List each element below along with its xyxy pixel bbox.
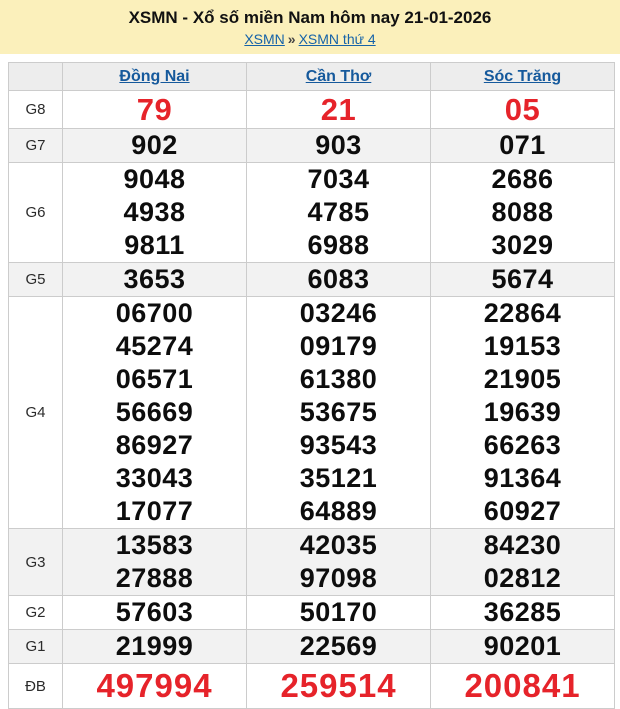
- result-number: 06571: [115, 364, 194, 394]
- result-number: 4785: [307, 197, 370, 227]
- result-number: 56669: [115, 397, 194, 427]
- result-number: 61380: [299, 364, 378, 394]
- result-number: 60927: [483, 496, 562, 526]
- result-number: 13583: [115, 530, 194, 560]
- result-number: 259514: [280, 667, 397, 704]
- result-number: 2686: [491, 164, 554, 194]
- results-table-container: Đồng Nai Cần Thơ Sóc Trăng G8 79 21 05 G…: [0, 54, 620, 709]
- result-number: 497994: [96, 667, 213, 704]
- result-number: 6083: [307, 264, 370, 294]
- table-row-g8: G8 79 21 05: [8, 90, 615, 129]
- prize-label: G6: [8, 162, 63, 263]
- result-number: 03246: [299, 298, 378, 328]
- result-number: 45274: [115, 331, 194, 361]
- breadcrumb-separator: »: [287, 31, 296, 47]
- result-number: 33043: [115, 463, 194, 493]
- result-number: 91364: [483, 463, 562, 493]
- prize-label: G5: [8, 262, 63, 297]
- result-number: 84230: [483, 530, 562, 560]
- result-number: 42035: [299, 530, 378, 560]
- breadcrumb-link-xsmn[interactable]: XSMN: [244, 31, 284, 47]
- province-link-soc-trang[interactable]: Sóc Trăng: [484, 68, 561, 85]
- result-number: 79: [136, 92, 173, 127]
- table-row-g1: G1 21999 22569 90201: [8, 629, 615, 664]
- table-row-g7: G7 902 903 071: [8, 128, 615, 163]
- province-link-dong-nai[interactable]: Đồng Nai: [119, 68, 189, 85]
- result-number: 50170: [299, 597, 378, 627]
- table-header-row: Đồng Nai Cần Thơ Sóc Trăng: [8, 62, 615, 91]
- result-number: 36285: [483, 597, 562, 627]
- prize-label: G1: [8, 629, 63, 664]
- result-number: 5674: [491, 264, 554, 294]
- result-number: 4938: [123, 197, 186, 227]
- result-number: 97098: [299, 563, 378, 593]
- prize-label: G8: [8, 90, 63, 129]
- table-row-g3: G3 13583 27888 42035 97098 84230 02812: [8, 528, 615, 596]
- result-number: 9048: [123, 164, 186, 194]
- result-number: 57603: [115, 597, 194, 627]
- result-number: 21: [320, 92, 357, 127]
- result-number: 02812: [483, 563, 562, 593]
- result-number: 6988: [307, 230, 370, 260]
- result-number: 902: [131, 130, 178, 160]
- result-number: 17077: [115, 496, 194, 526]
- table-row-g4: G4 06700 45274 06571 56669 86927 33043 1…: [8, 296, 615, 529]
- prize-column-header: [8, 62, 63, 91]
- result-number: 09179: [299, 331, 378, 361]
- prize-label: G3: [8, 528, 63, 596]
- table-row-db: ĐB 497994 259514 200841: [8, 663, 615, 709]
- title-banner: XSMN - Xổ số miền Nam hôm nay 21-01-2026…: [0, 0, 620, 54]
- table-row-g2: G2 57603 50170 36285: [8, 595, 615, 630]
- province-link-can-tho[interactable]: Cần Thơ: [306, 68, 372, 85]
- result-number: 27888: [115, 563, 194, 593]
- result-number: 53675: [299, 397, 378, 427]
- result-number: 22569: [299, 631, 378, 661]
- result-number: 8088: [491, 197, 554, 227]
- result-number: 21999: [115, 631, 194, 661]
- result-number: 64889: [299, 496, 378, 526]
- result-number: 903: [315, 130, 362, 160]
- result-number: 35121: [299, 463, 378, 493]
- page-title: XSMN - Xổ số miền Nam hôm nay 21-01-2026: [128, 8, 492, 27]
- breadcrumb-link-xsmn-thu-4[interactable]: XSMN thứ 4: [299, 31, 376, 47]
- result-number: 3653: [123, 264, 186, 294]
- prize-label: G7: [8, 128, 63, 163]
- result-number: 071: [499, 130, 546, 160]
- result-number: 21905: [483, 364, 562, 394]
- result-number: 22864: [483, 298, 562, 328]
- table-row-g6: G6 9048 4938 9811 7034 4785 6988 2686 80…: [8, 162, 615, 263]
- results-table: Đồng Nai Cần Thơ Sóc Trăng G8 79 21 05 G…: [8, 62, 615, 709]
- result-number: 19639: [483, 397, 562, 427]
- prize-label: ĐB: [8, 663, 63, 709]
- result-number: 7034: [307, 164, 370, 194]
- result-number: 3029: [491, 230, 554, 260]
- result-number: 9811: [124, 230, 185, 260]
- result-number: 200841: [464, 667, 581, 704]
- result-number: 05: [504, 92, 541, 127]
- result-number: 66263: [483, 430, 562, 460]
- result-number: 90201: [483, 631, 562, 661]
- result-number: 86927: [115, 430, 194, 460]
- result-number: 06700: [115, 298, 194, 328]
- prize-label: G2: [8, 595, 63, 630]
- result-number: 93543: [299, 430, 378, 460]
- breadcrumb: XSMN» XSMN thứ 4: [0, 30, 620, 48]
- prize-label: G4: [8, 296, 63, 529]
- table-row-g5: G5 3653 6083 5674: [8, 262, 615, 297]
- result-number: 19153: [483, 331, 562, 361]
